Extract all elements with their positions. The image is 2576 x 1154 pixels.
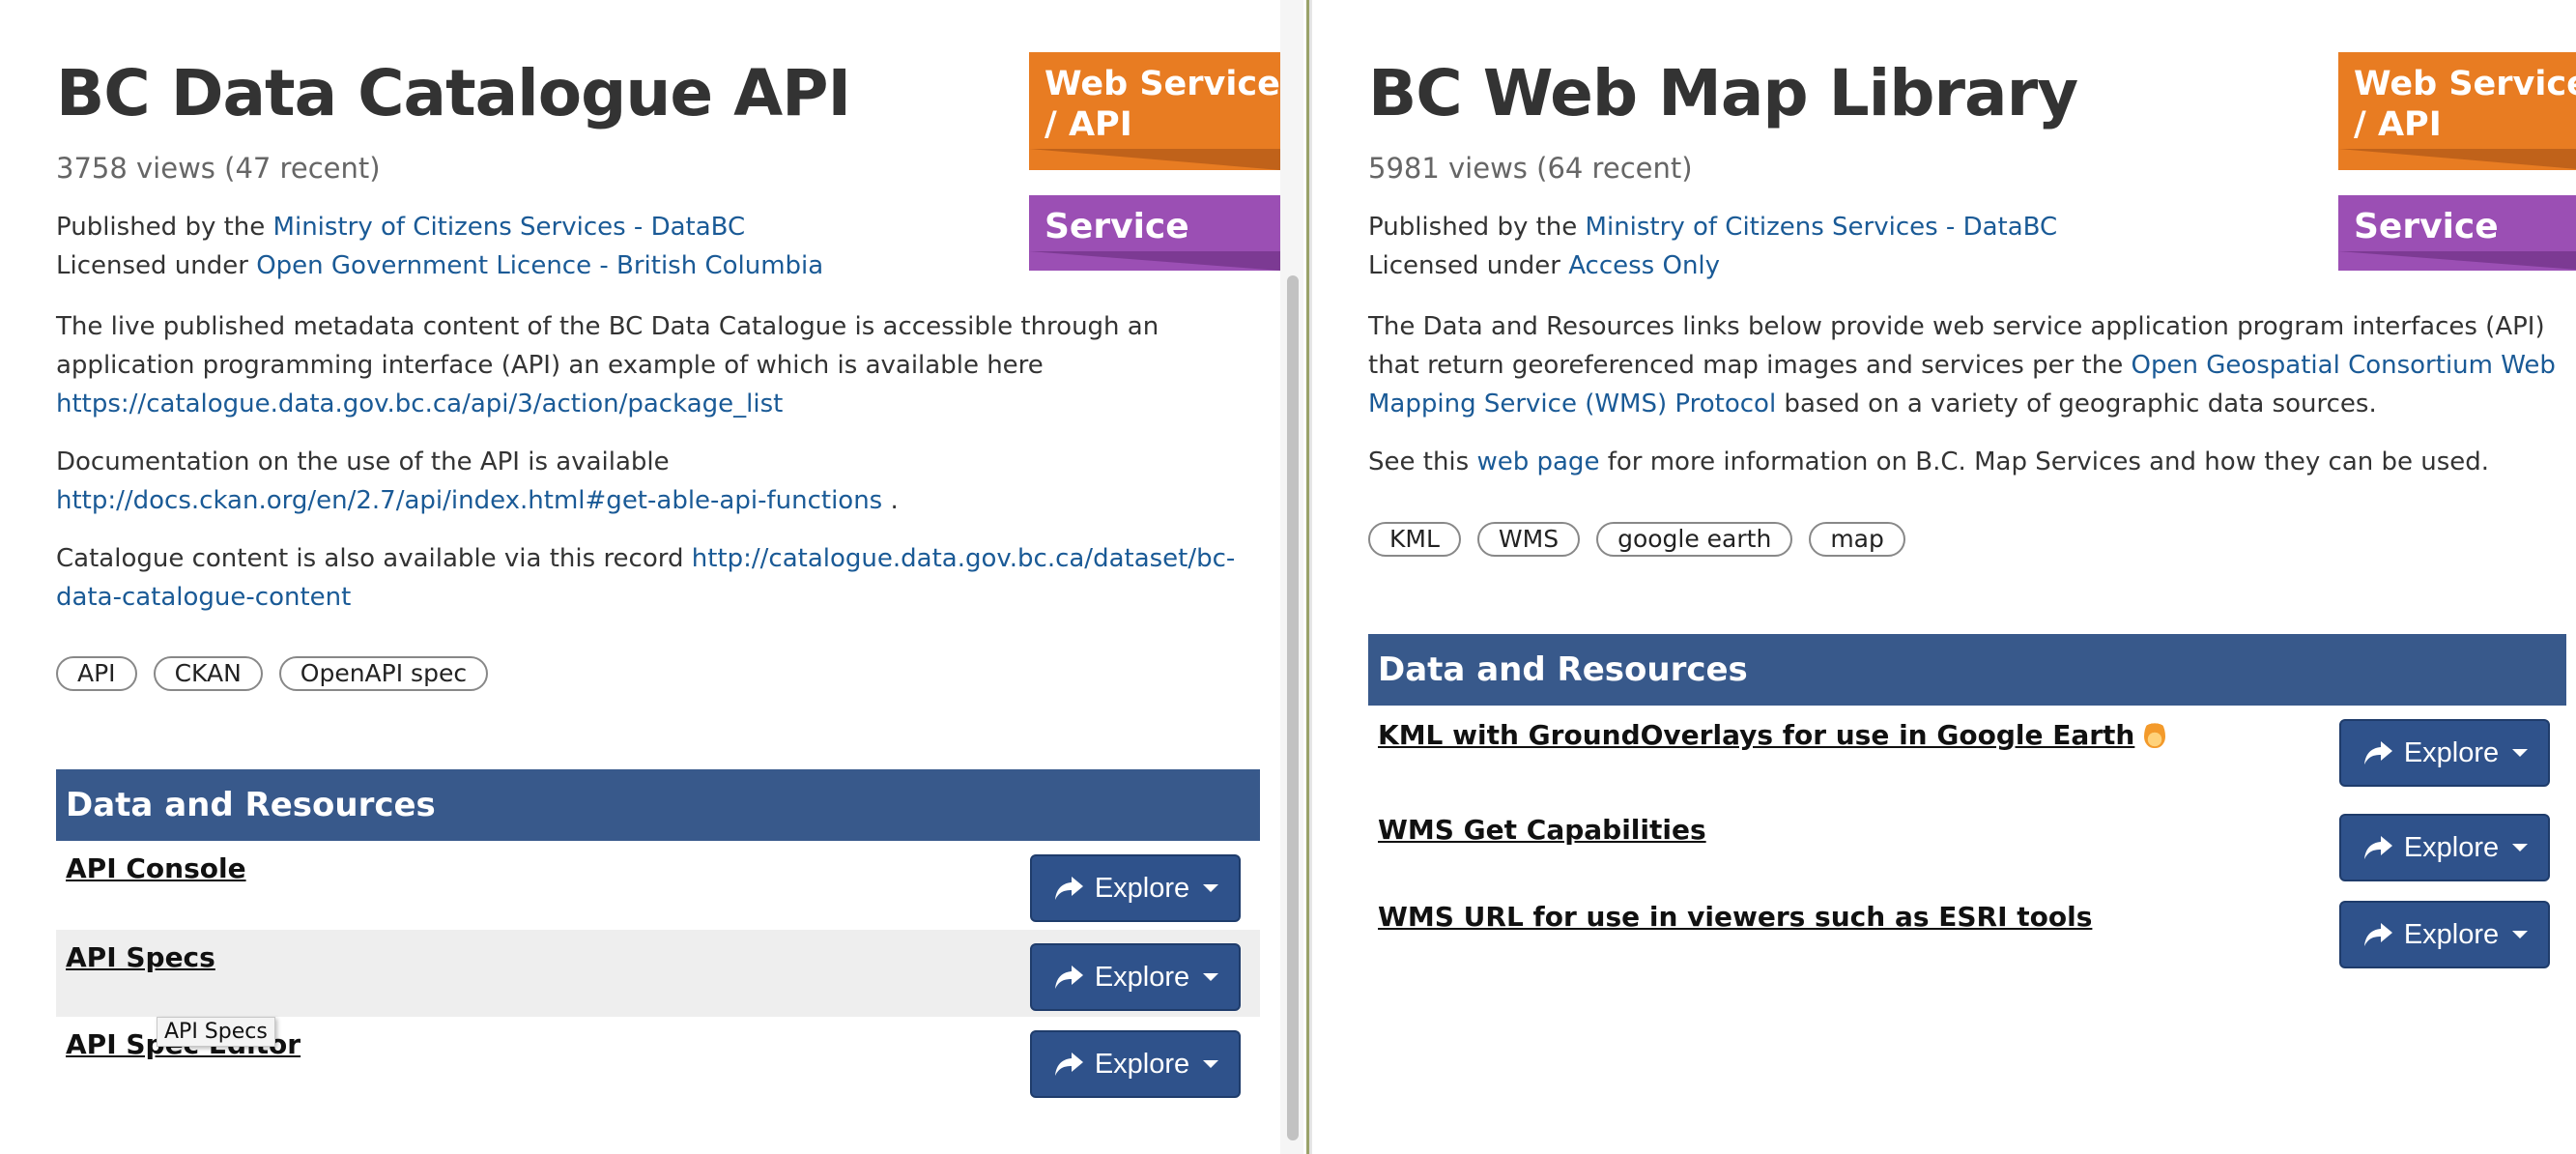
explore-button[interactable]: Explore bbox=[1030, 854, 1241, 922]
licensed-prefix: Licensed under bbox=[56, 251, 248, 280]
publisher-line: Published by the Ministry of Citizens Se… bbox=[56, 213, 745, 242]
category-ribbon: Service bbox=[2338, 195, 2576, 271]
publisher-line: Published by the Ministry of Citizens Se… bbox=[1368, 213, 2058, 242]
explore-button[interactable]: Explore bbox=[1030, 943, 1241, 1011]
link-tooltip: API Specs bbox=[157, 1017, 275, 1047]
explore-button[interactable]: Explore bbox=[2339, 719, 2550, 787]
share-forward-icon bbox=[1054, 877, 1083, 900]
share-forward-icon bbox=[2363, 923, 2392, 946]
resource-link-wms-url-esri[interactable]: WMS URL for use in viewers such as ESRI … bbox=[1378, 901, 2092, 933]
tag-wms[interactable]: WMS bbox=[1476, 522, 1581, 557]
resource-type-ribbon: Web Service / API bbox=[1029, 52, 1280, 170]
resource-row: API Console Explore bbox=[56, 841, 1260, 928]
resource-row: API Specs Explore bbox=[56, 930, 1260, 1017]
resource-link-wms-get-capabilities[interactable]: WMS Get Capabilities bbox=[1378, 814, 1706, 846]
resource-link-api-console[interactable]: API Console bbox=[66, 852, 246, 884]
resource-link-kml-groundoverlays[interactable]: KML with GroundOverlays for use in Googl… bbox=[1378, 719, 2166, 751]
chevron-down-icon bbox=[1203, 1060, 1219, 1068]
fire-popular-icon bbox=[2144, 719, 2166, 748]
resource-link-api-specs[interactable]: API Specs bbox=[66, 941, 215, 973]
resource-type-ribbon: Web Service / API bbox=[2338, 52, 2576, 170]
explore-button[interactable]: Explore bbox=[2339, 901, 2550, 968]
page-title: BC Web Map Library bbox=[1368, 56, 2078, 130]
tag-kml[interactable]: KML bbox=[1368, 522, 1461, 557]
split-divider[interactable] bbox=[1280, 0, 1321, 1154]
share-forward-icon bbox=[2363, 836, 2392, 859]
resource-row: KML with GroundOverlays for use in Googl… bbox=[1368, 707, 2566, 794]
published-prefix: Published by the bbox=[56, 213, 266, 242]
description-paragraph: The Data and Resources links below provi… bbox=[1368, 312, 2556, 418]
share-forward-icon bbox=[1054, 1053, 1083, 1076]
resource-row: WMS Get Capabilities Explore bbox=[1368, 802, 2566, 889]
tag-ckan[interactable]: CKAN bbox=[153, 656, 263, 691]
page-title: BC Data Catalogue API bbox=[56, 56, 851, 130]
package-list-link[interactable]: https://catalogue.data.gov.bc.ca/api/3/a… bbox=[56, 389, 783, 418]
explore-button[interactable]: Explore bbox=[1030, 1030, 1241, 1098]
chevron-down-icon bbox=[2512, 931, 2529, 938]
tag-api[interactable]: API bbox=[56, 656, 137, 691]
share-forward-icon bbox=[2363, 741, 2392, 765]
category-ribbon: Service bbox=[1029, 195, 1280, 271]
license-line: Licensed under Access Only bbox=[1368, 251, 1721, 280]
publisher-link[interactable]: Ministry of Citizens Services - DataBC bbox=[273, 213, 746, 242]
license-link[interactable]: Open Government Licence - British Columb… bbox=[256, 251, 823, 280]
view-count: 3758 views (47 recent) bbox=[56, 152, 381, 185]
license-link[interactable]: Access Only bbox=[1568, 251, 1720, 280]
catalogue-content-paragraph: Catalogue content is also available via … bbox=[56, 544, 1236, 612]
chevron-down-icon bbox=[1203, 973, 1219, 981]
license-line: Licensed under Open Government Licence -… bbox=[56, 251, 823, 280]
tag-openapi-spec[interactable]: OpenAPI spec bbox=[278, 656, 489, 691]
more-info-paragraph: See this web page for more information o… bbox=[1368, 447, 2490, 476]
description-paragraph: The live published metadata content of t… bbox=[56, 312, 1159, 418]
publisher-link[interactable]: Ministry of Citizens Services - DataBC bbox=[1586, 213, 2058, 242]
chevron-down-icon bbox=[2512, 749, 2529, 757]
ckan-docs-link[interactable]: http://docs.ckan.org/en/2.7/api/index.ht… bbox=[56, 486, 882, 515]
resource-row: WMS URL for use in viewers such as ESRI … bbox=[1368, 889, 2566, 976]
share-forward-icon bbox=[1054, 966, 1083, 989]
chevron-down-icon bbox=[1203, 884, 1219, 892]
tag-map[interactable]: map bbox=[1809, 522, 1905, 557]
tag-google-earth[interactable]: google earth bbox=[1596, 522, 1793, 557]
view-count: 5981 views (64 recent) bbox=[1368, 152, 1693, 185]
web-page-link[interactable]: web page bbox=[1476, 447, 1599, 476]
data-resources-header: Data and Resources bbox=[1368, 634, 2566, 706]
data-resources-header: Data and Resources bbox=[56, 769, 1260, 841]
documentation-paragraph: Documentation on the use of the API is a… bbox=[56, 447, 899, 515]
left-dataset-pane: BC Data Catalogue API 3758 views (47 rec… bbox=[0, 0, 1280, 1154]
tag-list: KML WMS google earth map bbox=[1368, 522, 1905, 557]
right-dataset-pane: BC Web Map Library 5981 views (64 recent… bbox=[1312, 0, 2576, 1154]
tag-list: API CKAN OpenAPI spec bbox=[56, 656, 489, 691]
chevron-down-icon bbox=[2512, 844, 2529, 851]
explore-button[interactable]: Explore bbox=[2339, 814, 2550, 881]
